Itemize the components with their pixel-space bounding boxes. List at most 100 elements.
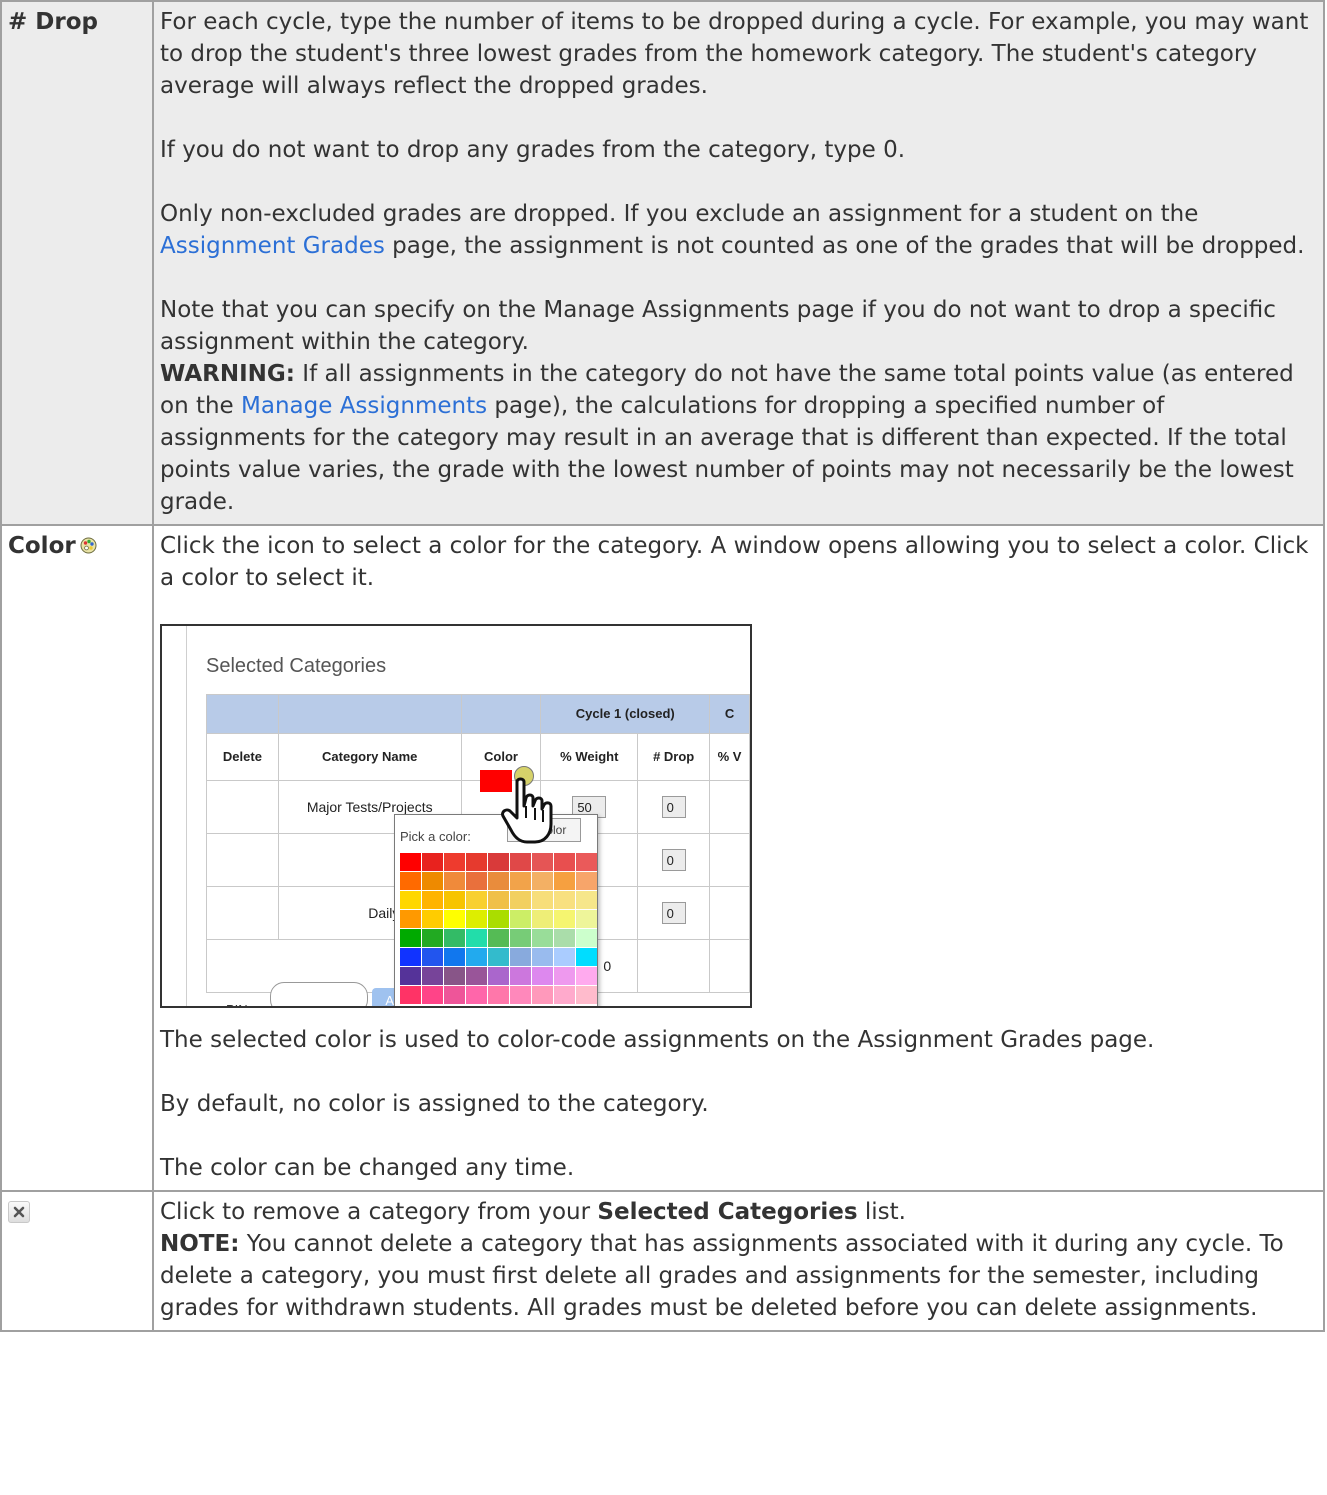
color-swatch[interactable]: [466, 948, 487, 966]
color-swatch[interactable]: [554, 910, 575, 928]
color-swatch[interactable]: [466, 872, 487, 890]
color-swatch[interactable]: [510, 910, 531, 928]
color-swatch[interactable]: [422, 872, 443, 890]
color-swatch[interactable]: [554, 929, 575, 947]
column-header-row: Delete Category Name Color % Weight # Dr…: [206, 733, 750, 781]
color-swatch[interactable]: [532, 891, 553, 909]
column-header-category-name: Category Name: [277, 733, 462, 781]
cycle-header: Cycle 1 (closed): [540, 694, 711, 734]
color-swatch[interactable]: [488, 891, 509, 909]
color-swatch[interactable]: [510, 967, 531, 985]
text: page, the assignment is not counted as o…: [384, 233, 1305, 259]
color-swatch[interactable]: [466, 891, 487, 909]
color-swatch[interactable]: [576, 948, 597, 966]
drop-input[interactable]: 0: [661, 849, 686, 871]
partial-cell: [709, 886, 750, 940]
color-swatch[interactable]: [400, 853, 421, 871]
color-swatch[interactable]: [422, 891, 443, 909]
color-swatch[interactable]: [510, 986, 531, 1004]
pin-input[interactable]: [270, 982, 368, 1006]
drop-cell: 0: [637, 833, 711, 887]
partial-cell: [709, 780, 750, 834]
color-swatch[interactable]: [576, 967, 597, 985]
color-swatch[interactable]: [576, 986, 597, 1004]
manage-assignments-link[interactable]: Manage Assignments: [241, 393, 487, 419]
color-swatch[interactable]: [422, 929, 443, 947]
color-swatch[interactable]: [554, 872, 575, 890]
color-swatch[interactable]: [400, 872, 421, 890]
color-swatch[interactable]: [422, 853, 443, 871]
color-swatch[interactable]: [444, 872, 465, 890]
color-swatch[interactable]: [466, 910, 487, 928]
color-swatch[interactable]: [488, 929, 509, 947]
color-swatch[interactable]: [576, 853, 597, 871]
color-swatch[interactable]: [400, 948, 421, 966]
color-swatch[interactable]: [400, 891, 421, 909]
color-swatch[interactable]: [576, 910, 597, 928]
color-swatch[interactable]: [532, 948, 553, 966]
close-icon: [8, 1201, 30, 1223]
color-swatch[interactable]: [532, 967, 553, 985]
color-swatch[interactable]: [466, 967, 487, 985]
row-label-delete: [0, 1190, 154, 1332]
color-swatch[interactable]: [488, 872, 509, 890]
color-swatch[interactable]: [488, 986, 509, 1004]
color-swatch[interactable]: [576, 872, 597, 890]
table-header-row: Cycle 1 (closed) C: [206, 694, 750, 734]
text: You cannot delete a category that has as…: [160, 1231, 1284, 1321]
color-swatch[interactable]: [444, 891, 465, 909]
color-swatch[interactable]: [466, 986, 487, 1004]
color-swatch[interactable]: [422, 986, 443, 1004]
color-swatch[interactable]: [400, 986, 421, 1004]
color-swatch[interactable]: [532, 929, 553, 947]
color-swatch[interactable]: [554, 891, 575, 909]
color-swatch[interactable]: [488, 948, 509, 966]
note-paragraph: NOTE: You cannot delete a category that …: [160, 1228, 1313, 1324]
color-swatch[interactable]: [444, 967, 465, 985]
color-swatch[interactable]: [400, 910, 421, 928]
drop-input[interactable]: 0: [661, 902, 686, 924]
note-label: NOTE:: [160, 1231, 240, 1257]
assignment-grades-link[interactable]: Assignment Grades: [160, 233, 385, 259]
color-swatch[interactable]: [532, 872, 553, 890]
color-swatch[interactable]: [510, 872, 531, 890]
row-description-delete: Click to remove a category from your Sel…: [152, 1190, 1325, 1332]
drop-cell: 0: [637, 886, 711, 940]
color-swatch[interactable]: [510, 891, 531, 909]
color-swatch[interactable]: [444, 910, 465, 928]
color-swatch[interactable]: [444, 986, 465, 1004]
row-description-color: Click the icon to select a color for the…: [152, 524, 1325, 1192]
color-swatch[interactable]: [532, 853, 553, 871]
color-swatch[interactable]: [510, 853, 531, 871]
color-swatch[interactable]: [554, 967, 575, 985]
color-swatch[interactable]: [466, 929, 487, 947]
color-swatch[interactable]: [400, 967, 421, 985]
color-swatch[interactable]: [444, 948, 465, 966]
color-swatch[interactable]: [488, 910, 509, 928]
color-swatch[interactable]: [576, 891, 597, 909]
pin-label: PIN:: [226, 994, 251, 1006]
color-swatch[interactable]: [532, 986, 553, 1004]
paragraph: Click the icon to select a color for the…: [160, 533, 1309, 591]
color-swatch[interactable]: [488, 853, 509, 871]
color-swatch[interactable]: [532, 910, 553, 928]
color-swatch[interactable]: [554, 948, 575, 966]
color-swatch[interactable]: [422, 948, 443, 966]
color-swatch[interactable]: [400, 929, 421, 947]
color-swatch[interactable]: [510, 929, 531, 947]
delete-cell: [206, 780, 279, 834]
color-swatch[interactable]: [444, 929, 465, 947]
color-swatch[interactable]: [488, 967, 509, 985]
color-swatch[interactable]: [422, 967, 443, 985]
color-swatch[interactable]: [510, 948, 531, 966]
color-swatch[interactable]: [444, 853, 465, 871]
color-swatch[interactable]: [554, 986, 575, 1004]
color-swatch[interactable]: [576, 929, 597, 947]
color-swatch[interactable]: [554, 853, 575, 871]
color-swatch[interactable]: [422, 910, 443, 928]
drop-input[interactable]: 0: [661, 796, 686, 818]
color-swatch[interactable]: [466, 853, 487, 871]
paragraph: The selected color is used to color-code…: [160, 1027, 1155, 1053]
paragraph: The color can be changed any time.: [160, 1155, 575, 1181]
paragraph: If you do not want to drop any grades fr…: [160, 137, 906, 163]
